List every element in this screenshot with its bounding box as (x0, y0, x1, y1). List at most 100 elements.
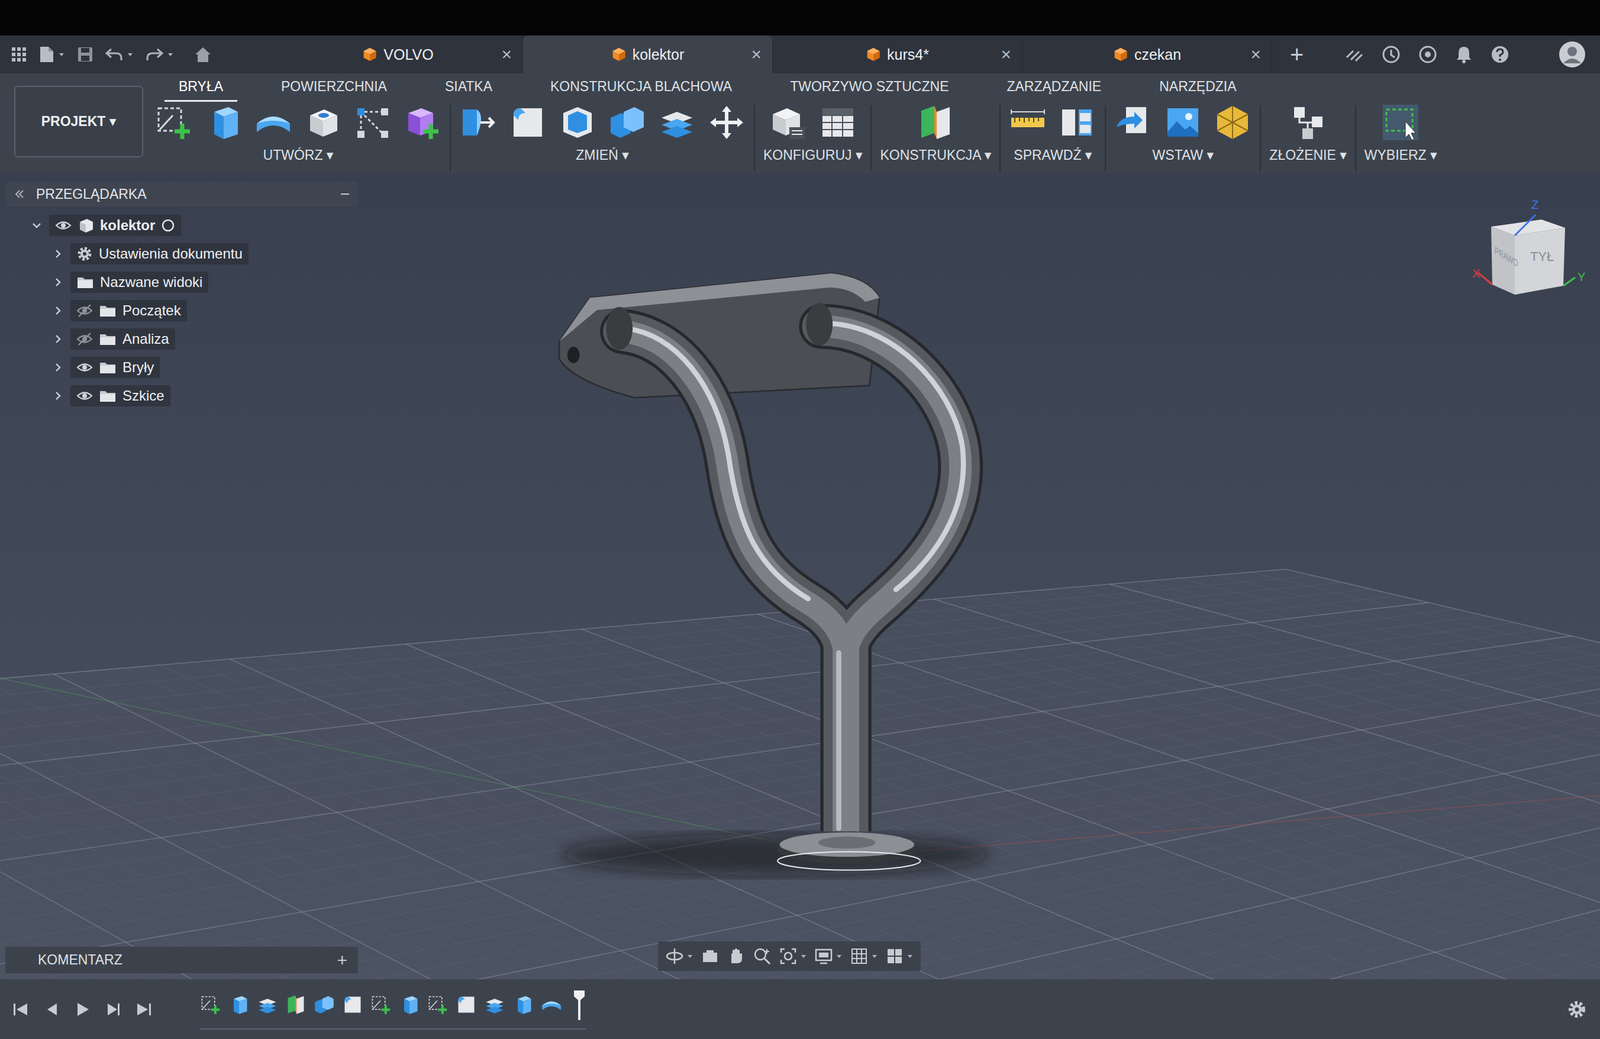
grid-settings-icon[interactable] (849, 946, 869, 966)
file-icon[interactable] (39, 45, 55, 64)
undo[interactable] (105, 46, 134, 63)
timeline-marker-icon[interactable] (572, 989, 586, 1021)
timeline-feature-plane-icon[interactable] (285, 994, 307, 1016)
expand-chevron-icon[interactable] (51, 389, 65, 403)
document-tab[interactable]: kolektor× (523, 35, 773, 74)
nav-tool[interactable] (885, 946, 914, 966)
new-tab-button[interactable]: + (1289, 41, 1304, 69)
tree-row[interactable]: Początek (5, 296, 358, 325)
nav-tool[interactable] (849, 946, 879, 966)
tab-close-button[interactable]: × (1000, 44, 1012, 65)
sketch-icon[interactable] (155, 103, 193, 142)
apps-grid-icon[interactable] (10, 46, 28, 63)
timeline-feature-fillet-icon[interactable] (342, 994, 364, 1016)
group-menu[interactable]: KONFIGURUJ ▾ (763, 147, 863, 164)
tree-label[interactable]: Ustawienia dokumentu (98, 245, 243, 263)
dropdown-icon[interactable] (57, 50, 66, 59)
shell-icon[interactable] (558, 103, 597, 142)
eye-hidden-icon[interactable] (76, 331, 93, 347)
undo-icon[interactable] (105, 46, 124, 63)
group-menu[interactable]: SPRAWDŹ ▾ (1013, 147, 1092, 164)
play-icon[interactable] (73, 1000, 92, 1019)
ribbon-tab[interactable]: TWORZYWO SZTUCZNE (775, 73, 963, 102)
section-icon[interactable] (1058, 103, 1097, 142)
ribbon-tab[interactable]: KONSTRUKCJA BLACHOWA (536, 73, 747, 102)
ribbon-tab[interactable]: POWIERZCHNIA (266, 73, 402, 102)
zoom-icon[interactable] (752, 946, 772, 966)
timeline-feature-offset-icon[interactable] (484, 994, 506, 1016)
extensions-icon[interactable] (1344, 45, 1364, 64)
collapse-panel-icon[interactable] (13, 188, 26, 200)
view-cube-face[interactable]: TYŁ (1530, 249, 1554, 265)
document-tab[interactable]: VOLVO× (273, 35, 524, 74)
expand-chevron-icon[interactable] (51, 304, 65, 318)
measure-icon[interactable] (1008, 103, 1047, 142)
nav-tool[interactable] (752, 946, 772, 966)
timeline-feature-extrude-icon[interactable] (398, 994, 421, 1016)
joint-icon[interactable] (1289, 103, 1328, 142)
dropdown-icon[interactable] (166, 50, 174, 59)
plane-icon[interactable] (916, 103, 955, 142)
tree-row[interactable]: Bryły (5, 353, 358, 382)
tree-label[interactable]: Bryły (122, 359, 154, 376)
gear-icon[interactable] (1566, 999, 1587, 1020)
tree-item[interactable]: Nazwane widoki (70, 271, 209, 293)
document-tab[interactable]: kurs4*× (772, 35, 1023, 74)
group-menu[interactable]: ZMIEŃ ▾ (575, 147, 629, 164)
group-menu[interactable]: KONSTRUKCJA ▾ (879, 147, 992, 164)
tree-label[interactable]: Nazwane widoki (100, 273, 203, 291)
expand-chevron-icon[interactable] (51, 360, 65, 374)
user-avatar-icon[interactable] (1558, 40, 1586, 69)
eye-icon[interactable] (76, 388, 93, 404)
tree-item[interactable]: Bryły (70, 356, 160, 379)
look-at-icon[interactable] (700, 946, 720, 966)
home-icon[interactable] (194, 46, 212, 63)
tab-close-button[interactable]: × (750, 44, 762, 65)
pan-icon[interactable] (726, 946, 746, 966)
move-icon[interactable] (707, 103, 746, 142)
tree-item[interactable]: kolektor (49, 214, 182, 237)
fillet-icon[interactable] (508, 103, 547, 142)
presspull-icon[interactable] (459, 103, 498, 142)
nav-tool[interactable] (778, 946, 808, 966)
timeline-feature-sketch-icon[interactable] (427, 994, 449, 1016)
viewport[interactable]: PRZEGLĄDARKA− kolektorUstawienia dokumen… (0, 173, 1600, 980)
expand-chevron-icon[interactable] (30, 218, 44, 232)
select-icon[interactable] (1381, 103, 1420, 142)
timeline-feature-offset-icon[interactable] (256, 994, 279, 1016)
go-to-start-icon[interactable] (11, 1000, 30, 1019)
group-menu[interactable]: WSTAW ▾ (1152, 147, 1215, 164)
eye-icon[interactable] (76, 359, 93, 376)
tree-item[interactable]: Analiza (70, 328, 176, 350)
offset-icon[interactable] (657, 103, 696, 142)
tree-item[interactable]: Ustawienia dokumentu (70, 243, 249, 265)
dropdown-icon[interactable] (800, 952, 808, 961)
canvas-icon[interactable] (1163, 103, 1202, 142)
table-icon[interactable] (818, 103, 857, 142)
extrude-icon[interactable] (204, 103, 243, 142)
nav-tool[interactable] (665, 946, 694, 966)
step-back-icon[interactable] (42, 1000, 61, 1019)
nav-tool[interactable] (726, 946, 746, 966)
file-menu[interactable] (39, 45, 66, 64)
tree-label[interactable]: Analiza (122, 330, 170, 348)
notifications-icon[interactable] (1455, 44, 1473, 64)
newcomp-icon[interactable] (403, 103, 442, 142)
tree-row[interactable]: Nazwane widoki (5, 268, 358, 297)
orbit-icon[interactable] (665, 946, 685, 966)
group-menu[interactable]: ZŁOŻENIE ▾ (1269, 147, 1347, 164)
tree-row[interactable]: Ustawienia dokumentu (5, 239, 358, 269)
minimize-button[interactable]: − (340, 184, 350, 204)
dropdown-icon[interactable] (126, 50, 134, 59)
expand-chevron-icon[interactable] (51, 332, 65, 346)
ribbon-tab[interactable]: ZARZĄDZANIE (992, 73, 1116, 102)
timeline-feature-revolve-icon[interactable] (540, 994, 563, 1016)
display-settings-icon[interactable] (814, 946, 834, 966)
hole-icon[interactable] (304, 103, 343, 142)
eye-icon[interactable] (55, 217, 72, 234)
job-status-icon[interactable] (1381, 44, 1401, 64)
active-component-radio-icon[interactable] (160, 218, 176, 233)
eye-hidden-icon[interactable] (76, 302, 93, 319)
insert-icon[interactable] (1114, 103, 1153, 142)
manifold-model[interactable] (559, 273, 990, 876)
